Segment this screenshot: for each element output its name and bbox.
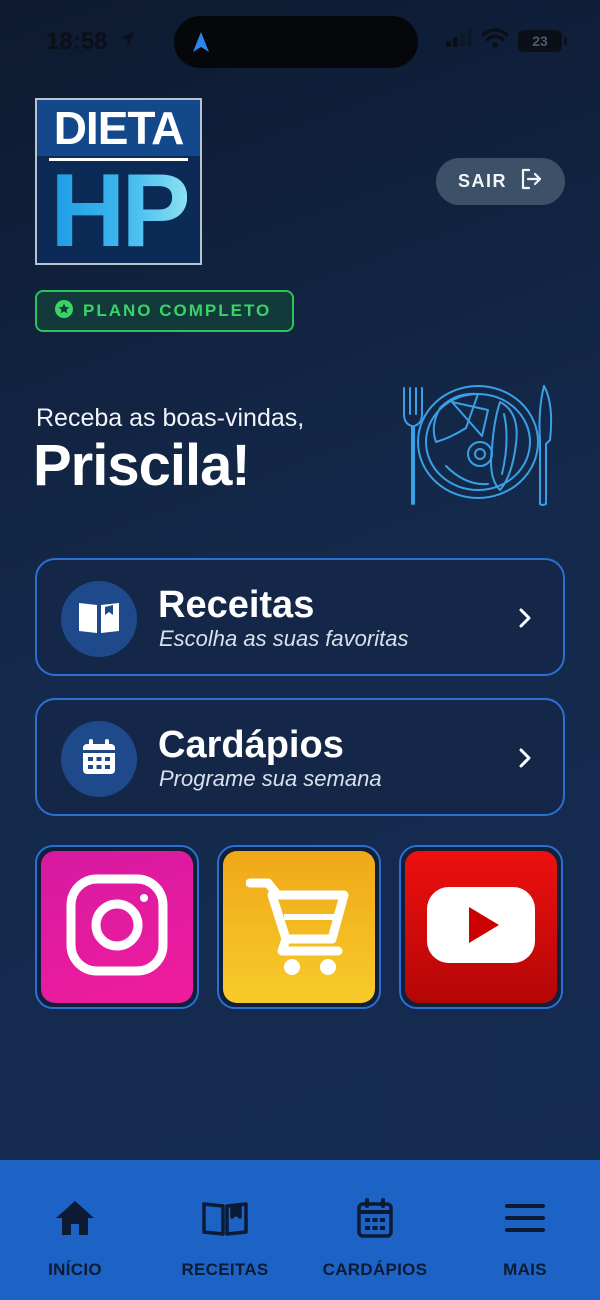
menu-icon (504, 1196, 546, 1240)
bottom-nav: INÍCIO RECEITAS CARDÁPIOS MAIS (0, 1160, 600, 1300)
calendar-icon (356, 1196, 394, 1240)
logo-bottom-band: HP (37, 158, 200, 263)
nav-label-menus: CARDÁPIOS (322, 1260, 428, 1279)
instagram-tile (41, 851, 193, 1003)
battery-icon: 23 (518, 29, 567, 52)
nav-label-recipes: RECEITAS (181, 1260, 269, 1279)
youtube-tile (405, 851, 557, 1003)
book-icon (77, 599, 121, 640)
menus-title: Cardápios (158, 724, 344, 766)
cart-icon (245, 873, 352, 982)
plate-cutlery-illustration (396, 380, 558, 510)
plan-label: PLANO COMPLETO (83, 301, 272, 320)
logout-icon (519, 167, 543, 196)
recipes-card[interactable]: Receitas Escolha as suas favoritas (35, 558, 565, 676)
nav-label-home: INÍCIO (48, 1260, 102, 1279)
status-indicators: 23 (446, 28, 567, 53)
nav-item-home[interactable]: INÍCIO (0, 1160, 150, 1300)
star-badge-icon (55, 299, 73, 323)
youtube-button[interactable] (399, 845, 563, 1009)
menus-subtitle: Programe sua semana (159, 766, 382, 791)
dynamic-island (174, 16, 418, 68)
logo-top-band: DIETA (37, 100, 200, 156)
wifi-icon (481, 28, 509, 53)
menus-icon-circle (61, 721, 137, 797)
chevron-right-icon (517, 746, 533, 775)
book-icon (201, 1196, 249, 1240)
nav-item-recipes[interactable]: RECEITAS (150, 1160, 300, 1300)
recipes-subtitle: Escolha as suas favoritas (159, 626, 409, 651)
menus-card[interactable]: Cardápios Programe sua semana (35, 698, 565, 816)
plan-badge: PLANO COMPLETO (35, 290, 294, 332)
nav-item-more[interactable]: MAIS (450, 1160, 600, 1300)
recipes-icon-circle (61, 581, 137, 657)
location-arrow-icon (118, 30, 136, 53)
nav-item-menus[interactable]: CARDÁPIOS (300, 1160, 450, 1300)
logout-button[interactable]: SAIR (436, 158, 565, 205)
logout-label: SAIR (457, 171, 507, 191)
cart-tile (223, 851, 375, 1003)
app-logo: DIETA HP (35, 98, 202, 265)
logo-bottom-text: HP (50, 152, 190, 265)
instagram-button[interactable] (35, 845, 199, 1009)
signal-icon (446, 29, 472, 52)
chevron-right-icon (517, 606, 533, 635)
status-time: 18:58 (46, 28, 108, 55)
calendar-icon (81, 738, 117, 781)
logo-top-text: DIETA (53, 102, 185, 154)
shopping-cart-button[interactable] (217, 845, 381, 1009)
home-icon (54, 1196, 96, 1240)
status-bar: 18:58 23 (0, 0, 600, 82)
instagram-icon (65, 873, 169, 982)
welcome-subtitle: Receba as boas-vindas, (36, 404, 305, 432)
nav-label-more: MAIS (503, 1260, 547, 1279)
youtube-icon (425, 885, 537, 970)
recipes-title: Receitas (158, 584, 315, 626)
navigation-arrow-icon (192, 31, 210, 58)
welcome-name: Priscila! (33, 433, 251, 498)
